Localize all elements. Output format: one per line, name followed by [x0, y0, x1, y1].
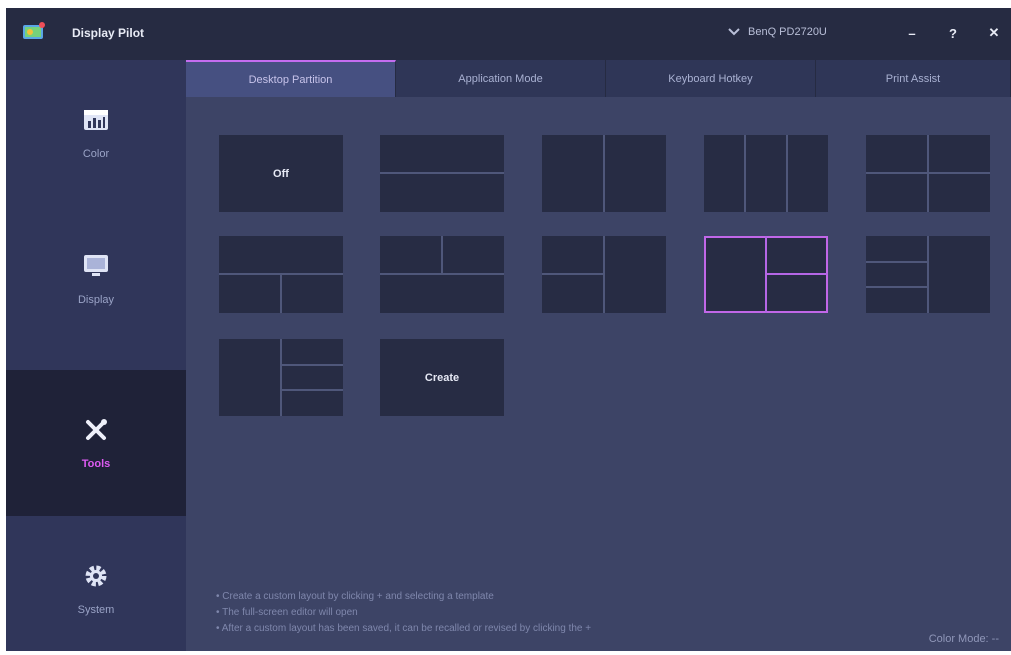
layout-divider — [441, 236, 443, 273]
tab-label: Print Assist — [885, 72, 941, 85]
layout-divider — [282, 364, 343, 366]
sidebar-item-label: Tools — [81, 458, 111, 470]
layout-tile-three-rows-right[interactable] — [219, 339, 343, 416]
tools-icon — [82, 416, 110, 444]
layout-divider — [603, 135, 605, 212]
monitor-icon — [82, 252, 110, 280]
layout-divider — [866, 286, 927, 288]
sidebar-item-label: System — [77, 604, 115, 616]
monitor-name: BenQ PD2720U — [748, 26, 827, 38]
display-pilot-window: Display Pilot BenQ PD2720U – ? ✕ Color D… — [6, 8, 1011, 651]
tab-label: Keyboard Hotkey — [668, 72, 753, 85]
monitor-selector[interactable]: BenQ PD2720U — [728, 26, 827, 38]
color-chart-icon — [82, 106, 110, 134]
tab-keyboard-hotkey[interactable]: Keyboard Hotkey — [606, 60, 816, 97]
create-label: Create — [424, 371, 460, 384]
color-mode-status: Color Mode: -- — [928, 633, 999, 645]
off-label: Off — [273, 167, 289, 180]
app-logo-icon — [23, 22, 45, 39]
layout-divider — [866, 172, 990, 174]
layout-divider — [767, 273, 828, 275]
layout-tile-2-rows[interactable] — [380, 135, 504, 212]
sidebar-item-label: Display — [77, 294, 115, 306]
hint-item: • After a custom layout has been saved, … — [216, 623, 592, 634]
layout-tile-top-bottom-split[interactable] — [219, 236, 343, 313]
hint-list: • Create a custom layout by clicking + a… — [216, 589, 816, 637]
layout-divider — [744, 135, 746, 212]
help-button[interactable]: ? — [940, 21, 966, 45]
sidebar-item-display[interactable]: Display — [6, 206, 186, 352]
layout-divider — [280, 339, 282, 416]
sidebar-item-system[interactable]: System — [6, 516, 186, 651]
layout-divider — [927, 236, 929, 313]
title-bar: Display Pilot BenQ PD2720U – ? ✕ — [6, 8, 1011, 60]
sidebar-item-color[interactable]: Color — [6, 60, 186, 206]
sidebar-item-label: Color — [82, 148, 110, 160]
layout-tile-left-split-right[interactable] — [542, 236, 666, 313]
layout-divider — [282, 389, 343, 391]
layout-divider — [542, 273, 603, 275]
layout-tile-2-columns[interactable] — [542, 135, 666, 212]
layout-divider — [786, 135, 788, 212]
partition-panel: Off Create • Create a custom layout by c… — [186, 97, 1011, 651]
layout-divider — [380, 172, 504, 174]
minimize-icon: – — [908, 25, 916, 41]
tab-label: Application Mode — [458, 72, 543, 85]
tab-application-mode[interactable]: Application Mode — [396, 60, 606, 97]
layout-divider — [603, 236, 605, 313]
close-button[interactable]: ✕ — [981, 21, 1007, 45]
tab-bar: Desktop Partition Application Mode Keybo… — [186, 60, 1011, 97]
layout-divider — [866, 261, 927, 263]
app-title: Display Pilot — [72, 26, 145, 40]
layout-tile-left-right-split[interactable] — [704, 236, 828, 313]
hint-item: • Create a custom layout by clicking + a… — [216, 591, 494, 602]
chevron-down-icon — [728, 28, 740, 36]
layout-tile-3-columns[interactable] — [704, 135, 828, 212]
layout-divider — [280, 275, 282, 313]
gear-icon — [82, 562, 110, 590]
layout-tile-quad[interactable] — [866, 135, 990, 212]
create-layout-tile[interactable]: Create — [380, 339, 504, 416]
layout-off-tile[interactable]: Off — [219, 135, 343, 212]
hint-item: • The full-screen editor will open — [216, 607, 358, 618]
tab-print-assist[interactable]: Print Assist — [816, 60, 1011, 97]
layout-tile-split-top-bottom[interactable] — [380, 236, 504, 313]
layout-tile-three-rows-left[interactable] — [866, 236, 990, 313]
sidebar: Color Display Tools System — [6, 60, 186, 651]
minimize-button[interactable]: – — [899, 21, 925, 45]
layout-divider — [380, 273, 504, 275]
tab-label: Desktop Partition — [248, 73, 333, 86]
sidebar-item-tools[interactable]: Tools — [6, 370, 186, 516]
close-icon: ✕ — [988, 25, 1000, 40]
tab-desktop-partition[interactable]: Desktop Partition — [186, 60, 396, 97]
help-icon: ? — [949, 25, 957, 41]
